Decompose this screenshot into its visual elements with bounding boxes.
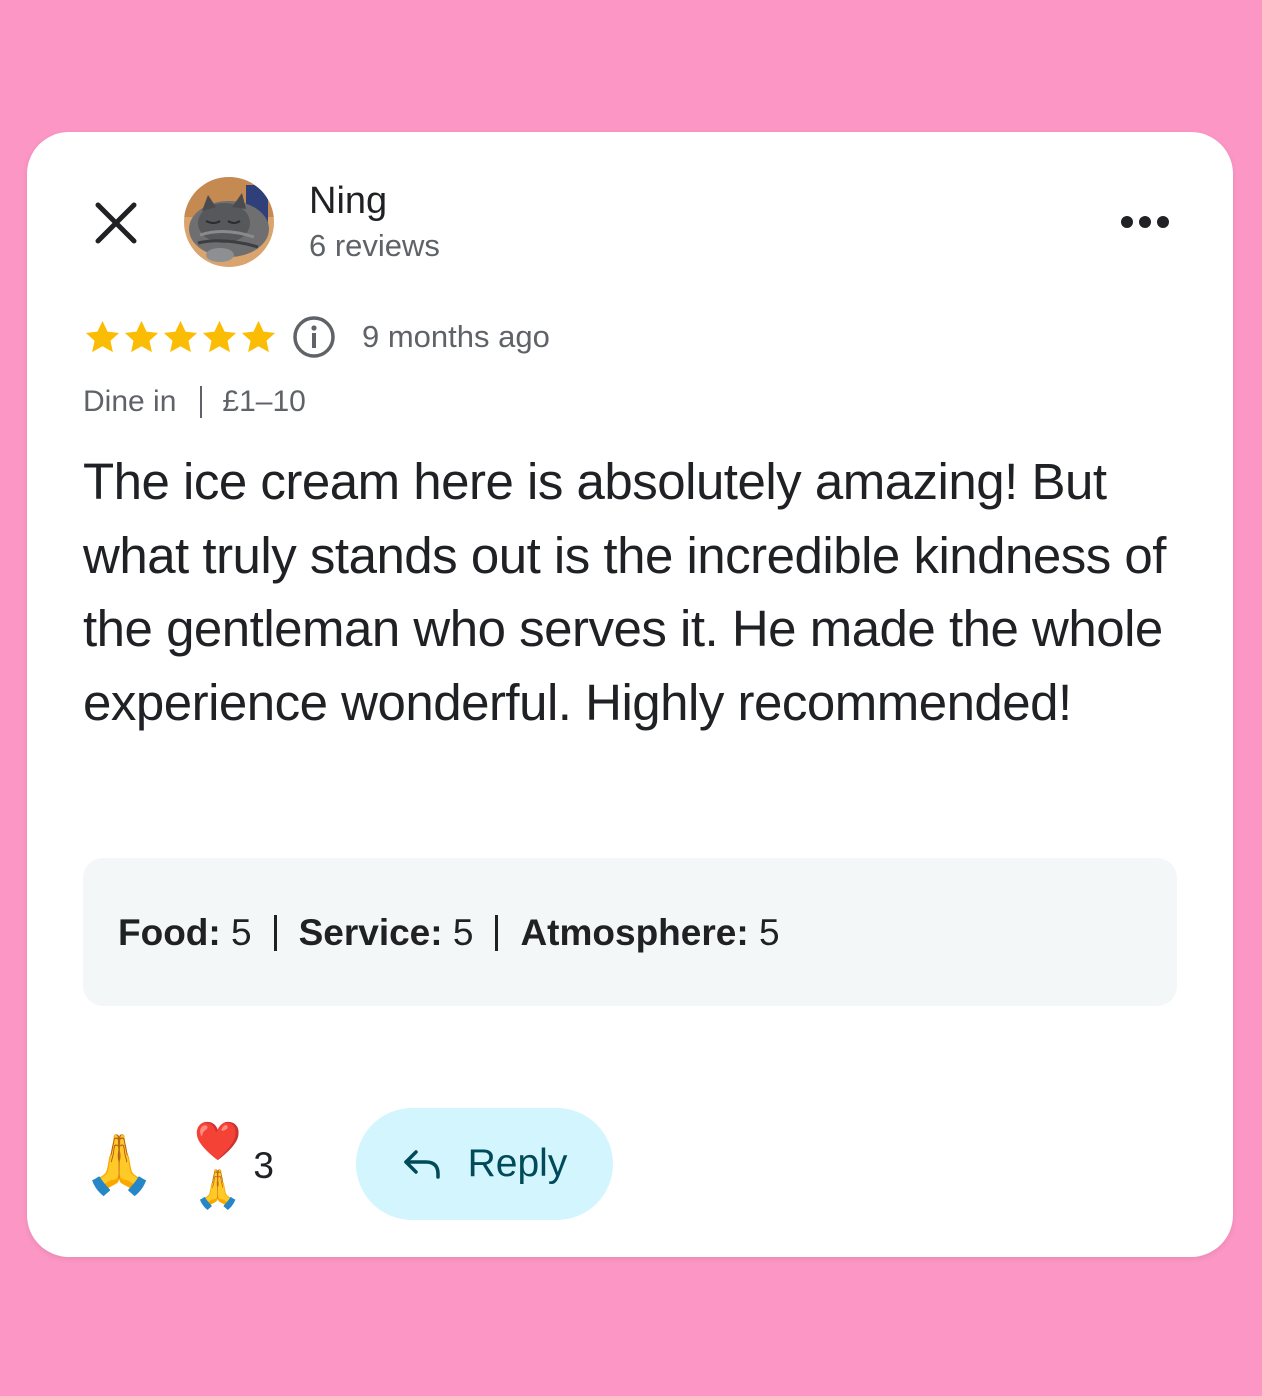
star-icon <box>241 320 276 352</box>
reviewer-review-count: 6 reviews <box>309 228 440 263</box>
avatar[interactable] <box>184 177 274 267</box>
atmosphere-score-value: 5 <box>758 912 780 953</box>
reply-arrow-icon <box>403 1150 440 1179</box>
scores-row: Food: 5 Service: 5 Atmosphere: 5 <box>118 910 780 956</box>
review-text: The ice cream here is absolutely amazing… <box>83 453 1166 731</box>
service-score-label: Service: <box>298 912 443 953</box>
info-icon[interactable] <box>292 315 336 359</box>
divider <box>495 915 499 951</box>
rating-row: 9 months ago <box>83 314 550 360</box>
star-icon <box>124 320 159 352</box>
food-score-value: 5 <box>231 912 252 953</box>
review-meta: Dine in £1–10 <box>83 382 306 422</box>
divider <box>200 386 203 418</box>
reactions-summary[interactable]: ❤️🙏 3 <box>194 1121 274 1211</box>
close-button[interactable] <box>91 198 141 248</box>
cat-photo <box>184 177 274 267</box>
more-options-button[interactable] <box>1117 205 1173 239</box>
reply-label: Reply <box>467 1142 568 1185</box>
close-icon <box>95 202 137 244</box>
review-time: 9 months ago <box>362 319 550 354</box>
divider <box>273 915 277 951</box>
star-icon <box>202 320 237 352</box>
service-score-value: 5 <box>452 912 474 953</box>
star-icon <box>163 320 198 352</box>
dining-mode: Dine in <box>83 385 177 418</box>
reply-button[interactable]: Reply <box>356 1108 613 1220</box>
reaction-count: 3 <box>253 1145 274 1186</box>
price-range: £1–10 <box>222 385 306 418</box>
atmosphere-score-label: Atmosphere: <box>520 912 749 953</box>
star-icon <box>85 320 120 352</box>
reviewer-name[interactable]: Ning <box>309 179 387 223</box>
rating-breakdown: Food: 5 Service: 5 Atmosphere: 5 <box>83 858 1177 1006</box>
review-card: Ning 6 reviews 9 months ago Dine in £1–1… <box>27 132 1233 1257</box>
react-button[interactable]: 🙏 <box>83 1130 155 1200</box>
reaction-emojis: ❤️🙏 <box>194 1121 242 1211</box>
more-dots-icon <box>1121 216 1169 228</box>
food-score-label: Food: <box>118 912 221 953</box>
star-rating <box>83 318 278 357</box>
